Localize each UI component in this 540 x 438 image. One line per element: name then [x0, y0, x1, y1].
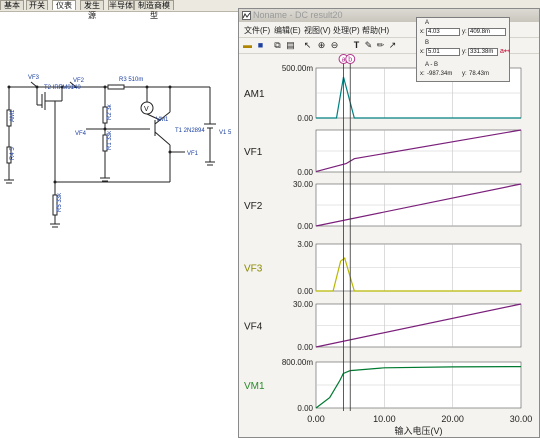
cursor-a-x-field[interactable]: 4.03 — [426, 28, 460, 36]
plot-vf3-label: VF3 — [244, 264, 263, 275]
cursor-a-x-label: x: — [420, 29, 425, 35]
cursor-b-marker-label: b — [348, 57, 352, 64]
plot-am1-label: AM1 — [244, 89, 265, 100]
tab-meter[interactable]: 仪表 — [52, 0, 76, 10]
cursor-diff-x-label: x: — [420, 71, 425, 77]
window-title: Noname - DC result20 — [253, 10, 343, 20]
label-r2: R2 3k — [107, 103, 113, 120]
cursor-b-x-field[interactable]: 5.01 — [426, 48, 460, 56]
x-tick-label: 30.00 — [510, 414, 533, 424]
cursor-a-y-field[interactable]: 409.8m — [468, 28, 506, 36]
plot-am1-ytick-min: 0.00 — [297, 114, 313, 123]
plot-vf3-ytick-max: 3.00 — [297, 240, 313, 249]
menu-help[interactable]: 帮助(H) — [362, 25, 389, 36]
app-icon — [242, 11, 251, 20]
tab-source[interactable]: 发生源 — [80, 0, 104, 20]
plot-vf3-ytick-min: 0.00 — [297, 287, 313, 296]
zoom-out-icon[interactable]: ⊖ — [329, 40, 340, 51]
cursor-a-label: A — [425, 20, 430, 26]
plot-vf4-label: VF4 — [244, 322, 263, 333]
plot-vf4-ytick-max: 30.00 — [293, 300, 314, 309]
cursor-diff-x-value: -987.34m — [427, 71, 453, 77]
plot-vf2-ytick-min: 0.00 — [297, 222, 313, 231]
zoom-in-icon[interactable]: ⊕ — [316, 40, 327, 51]
cursor-a-marker-label: a — [342, 57, 346, 64]
measure-icon[interactable]: ↗ — [387, 40, 398, 51]
label-t1: T1 2N2894 — [175, 128, 205, 134]
tab-semiconductor[interactable]: 半导体 — [108, 0, 134, 10]
cursor-b-y-field[interactable]: 331.38m — [468, 48, 498, 56]
tab-basic[interactable]: 基本 — [0, 0, 24, 10]
label-r5: R5 33k — [57, 192, 63, 212]
plot-vm1-ytick-min: 0.00 — [297, 404, 313, 413]
label-vm1: VM1 — [156, 117, 169, 123]
open-icon[interactable]: ▬ — [242, 40, 253, 51]
plot-am1-ytick-max: 500.00m — [282, 64, 313, 73]
cursor-a-y-label: y: — [462, 29, 467, 35]
plot-vf1-ytick-min: 0.00 — [297, 168, 313, 177]
menu-process[interactable]: 处理(P) — [333, 25, 360, 36]
text-tool-icon[interactable]: T — [351, 40, 362, 51]
label-am1: AM1 — [10, 109, 16, 122]
plot-vf2-ytick-max: 30.00 — [293, 180, 314, 189]
cursor-diff-y-value: 78.43m — [469, 71, 490, 77]
tab-switch[interactable]: 开关 — [26, 0, 48, 10]
label-vf2: VF2 — [73, 78, 85, 84]
save-icon[interactable]: ■ — [255, 40, 266, 51]
label-r1: R1 33k — [107, 130, 113, 150]
draw-icon[interactable]: ✏ — [375, 40, 386, 51]
label-r3: R3 510m — [119, 77, 143, 83]
cursor-b-y-label: y: — [462, 49, 467, 55]
copy-icon[interactable]: ⧉ — [272, 40, 283, 51]
label-v1: V1 5 — [219, 130, 232, 136]
x-tick-label: 0.00 — [307, 414, 325, 424]
cursor-b-label: B — [425, 40, 430, 46]
select-cursor-icon[interactable]: ↖ — [302, 40, 313, 51]
menu-view[interactable]: 视图(V) — [304, 25, 331, 36]
x-tick-label: 10.00 — [373, 414, 396, 424]
schematic-canvas[interactable]: VF3 T2 IRFM9140 VF2 R3 510m VF4 VM1 T1 2… — [0, 12, 238, 438]
plot-vf2-label: VF2 — [244, 201, 263, 212]
label-vf4: VF4 — [75, 131, 87, 137]
tab-manufacturer-model[interactable]: 制造商模型 — [134, 0, 174, 20]
label-r4: R4 5 — [10, 147, 16, 160]
paste-icon[interactable]: ▤ — [285, 40, 296, 51]
annotate-icon[interactable]: ✎ — [363, 40, 374, 51]
cursor-b-x-label: x: — [420, 49, 425, 55]
cursor-select-icon[interactable]: a↤ — [500, 47, 510, 55]
menu-file[interactable]: 文件(F) — [244, 25, 270, 36]
x-axis-label: 输入电压(V) — [395, 425, 443, 436]
label-t2: T2 IRFM9140 — [44, 85, 81, 91]
voltmeter-symbol: V — [144, 106, 149, 113]
plot-vm1-label: VM1 — [244, 381, 265, 392]
x-tick-label: 20.00 — [441, 414, 464, 424]
cursor-diff-label: A - B — [425, 62, 439, 68]
label-vf1: VF1 — [187, 151, 199, 157]
menu-edit[interactable]: 编辑(E) — [274, 25, 301, 36]
cursor-panel: A x: 4.03 y: 409.8m B x: 5.01 y: 331.38m… — [416, 17, 510, 82]
plot-vf1-label: VF1 — [244, 147, 263, 158]
label-vf3: VF3 — [28, 75, 40, 81]
plot-vm1-ytick-max: 800.00m — [282, 358, 313, 367]
plot-vf4-ytick-min: 0.00 — [297, 343, 313, 352]
cursor-diff-y-label: y: — [462, 71, 467, 77]
dc-result-window: Noname - DC result20 文件(F) 编辑(E) 视图(V) 处… — [238, 8, 540, 438]
chart-area[interactable]: AM1 0.00 500.00m VF1 0.00 VF2 0.00 30.00 VF3 0.00… — [239, 53, 539, 437]
